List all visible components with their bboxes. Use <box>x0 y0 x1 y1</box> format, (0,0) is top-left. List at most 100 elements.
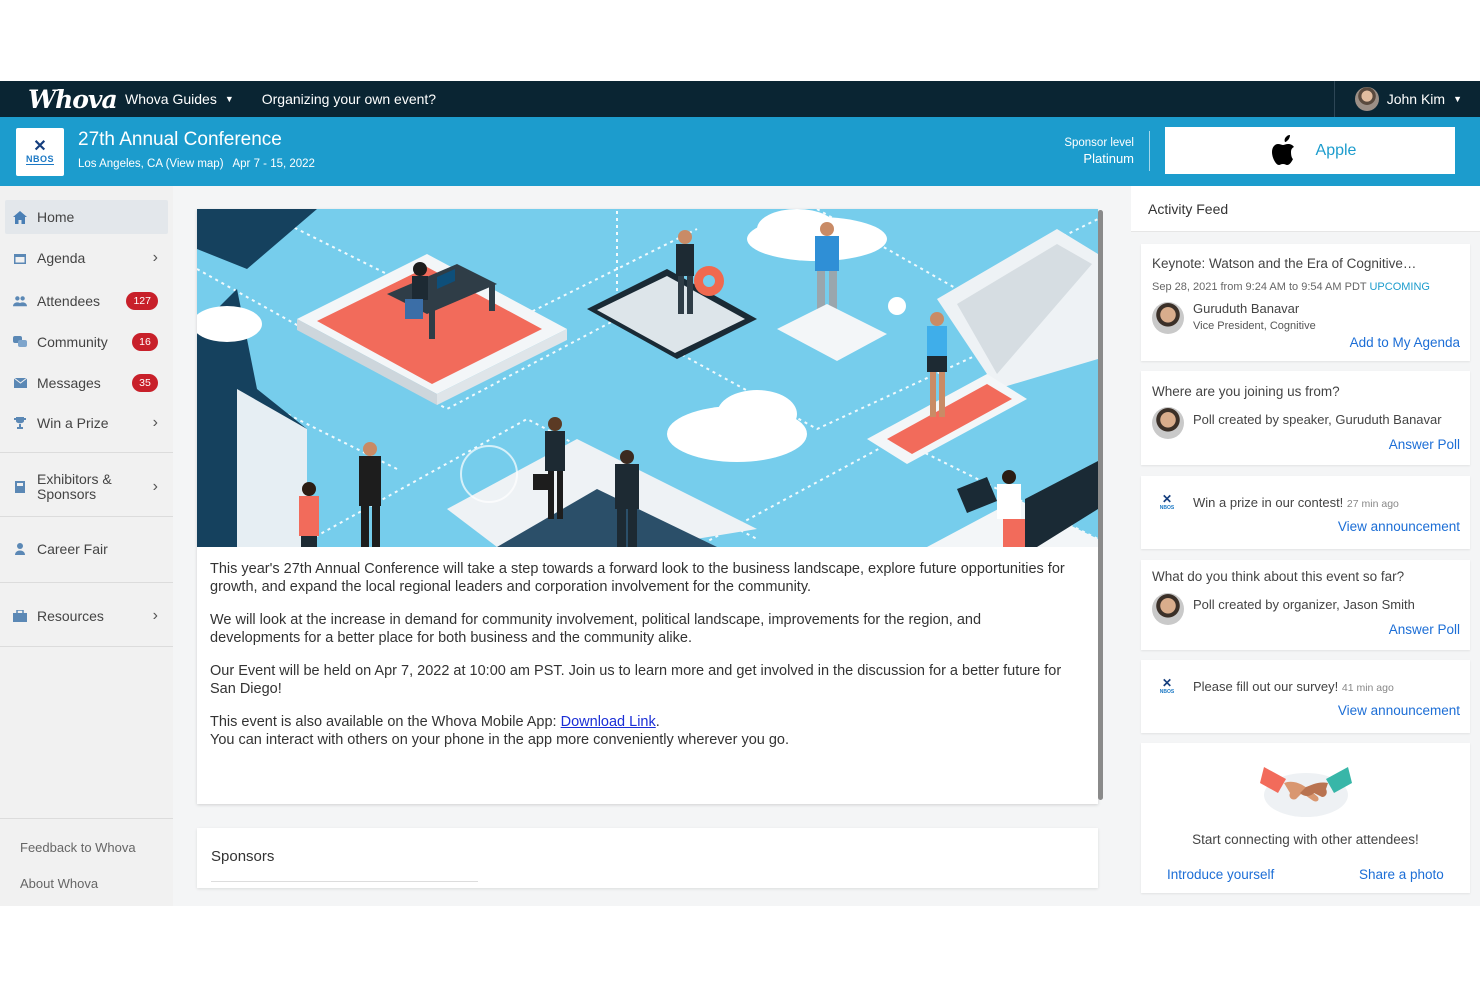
divider <box>0 582 173 583</box>
caret-down-icon: ▼ <box>1453 94 1462 104</box>
session-time: Sep 28, 2021 from 9:24 AM to 9:54 AM PDT… <box>1152 281 1430 293</box>
apple-logo-icon <box>1271 134 1294 165</box>
vertical-scrollbar[interactable] <box>1098 210 1103 800</box>
nbos-logo-icon: ✕ NBOS <box>1155 492 1179 516</box>
introduce-yourself-link[interactable]: Introduce yourself <box>1167 867 1274 882</box>
feedback-link[interactable]: Feedback to Whova <box>20 840 136 855</box>
share-photo-link[interactable]: Share a photo <box>1359 867 1444 882</box>
user-menu[interactable]: John Kim ▼ <box>1333 81 1480 117</box>
download-link[interactable]: Download Link <box>561 714 656 730</box>
poll-card[interactable]: What do you think about this event so fa… <box>1141 560 1470 650</box>
speaker-avatar <box>1152 407 1184 439</box>
activity-feed: Activity Feed Keynote: Watson and the Er… <box>1131 186 1480 906</box>
sponsors-card: Sponsors <box>197 828 1098 888</box>
event-logo-text: NBOS <box>25 153 54 165</box>
divider <box>0 452 173 453</box>
nbos-mini-text: NBOS <box>1159 505 1175 511</box>
sidebar-item-career-fair[interactable]: Career Fair <box>5 532 168 566</box>
sidebar-item-community[interactable]: Community 16 <box>5 325 168 359</box>
business-isometric-illustration <box>197 209 1098 547</box>
sidebar-item-resources[interactable]: Resources › <box>5 599 168 633</box>
answer-poll-button[interactable]: Answer Poll <box>1389 622 1460 637</box>
event-description: This year's 27th Annual Conference will … <box>210 560 1070 764</box>
description-paragraph: Our Event will be held on Apr 7, 2022 at… <box>210 663 1062 697</box>
envelope-icon <box>13 376 27 390</box>
event-logo[interactable]: ✕ NBOS <box>16 128 64 176</box>
event-header: ✕ NBOS 27th Annual Conference Los Angele… <box>0 117 1480 186</box>
divider <box>0 818 173 819</box>
view-announcement-button[interactable]: View announcement <box>1338 519 1460 534</box>
organizer-avatar <box>1152 593 1184 625</box>
people-icon <box>13 294 27 308</box>
add-to-agenda-button[interactable]: Add to My Agenda <box>1350 335 1460 350</box>
announcement-card[interactable]: ✕ NBOS Win a prize in our contest! 27 mi… <box>1141 476 1470 549</box>
session-title[interactable]: Keynote: Watson and the Era of Cognitive… <box>1152 256 1416 271</box>
divider <box>0 646 173 647</box>
activity-feed-title: Activity Feed <box>1148 201 1229 217</box>
chevron-right-icon: › <box>152 249 158 266</box>
sidebar-item-attendees[interactable]: Attendees 127 <box>5 284 168 318</box>
connect-card: Start connecting with other attendees! I… <box>1141 743 1470 893</box>
divider <box>211 881 478 882</box>
announcement-card[interactable]: ✕ NBOS Please fill out our survey! 41 mi… <box>1141 660 1470 733</box>
nbos-mark-icon: ✕ <box>1161 492 1173 506</box>
app-line-prefix: This event is also available on the Whov… <box>210 714 561 730</box>
poll-card[interactable]: Where are you joining us from? Poll crea… <box>1141 371 1470 465</box>
whova-guides-menu[interactable]: Whova Guides ▼ <box>125 91 234 107</box>
trophy-icon <box>13 416 27 430</box>
sidebar-item-label: Resources <box>37 608 104 624</box>
event-dates: Apr 7 - 15, 2022 <box>232 158 315 170</box>
announcement-text: Win a prize in our contest! 27 min ago <box>1193 495 1399 510</box>
sidebar-item-win-a-prize[interactable]: Win a Prize › <box>5 406 168 440</box>
organize-event-link[interactable]: Organizing your own event? <box>262 91 436 107</box>
session-card[interactable]: Keynote: Watson and the Era of Cognitive… <box>1141 244 1470 361</box>
sidebar-item-label: Exhibitors & Sponsors <box>37 472 112 502</box>
chat-icon <box>13 335 27 349</box>
announcement-message: Please fill out our survey! <box>1193 679 1339 694</box>
messages-count-badge: 35 <box>132 374 158 392</box>
answer-poll-button[interactable]: Answer Poll <box>1389 437 1460 452</box>
description-paragraph: This year's 27th Annual Conference will … <box>210 561 1065 595</box>
nbos-mark-icon: ✕ <box>1161 676 1173 690</box>
announcement-time: 27 min ago <box>1346 498 1399 510</box>
sidebar-item-exhibitors-sponsors[interactable]: Exhibitors & Sponsors › <box>5 466 168 508</box>
whova-guides-label: Whova Guides <box>125 91 217 107</box>
sidebar-item-label: Community <box>37 334 108 350</box>
sidebar-item-label-line1: Exhibitors & <box>37 471 112 487</box>
briefcase-icon <box>13 609 27 623</box>
event-location[interactable]: Los Angeles, CA (View map) <box>78 158 224 170</box>
view-announcement-button[interactable]: View announcement <box>1338 703 1460 718</box>
top-navigation-bar: Whova Whova Guides ▼ Organizing your own… <box>0 81 1480 117</box>
speaker-name: Guruduth Banavar <box>1193 301 1300 316</box>
poll-creator: Poll created by organizer, Jason Smith <box>1193 597 1415 612</box>
session-status: UPCOMING <box>1369 281 1430 293</box>
calendar-icon <box>13 251 27 265</box>
sponsor-level-value: Platinum <box>1083 151 1134 166</box>
announcement-message: Win a prize in our contest! <box>1193 495 1344 510</box>
sidebar-item-label: Win a Prize <box>37 415 109 431</box>
handshake-icon <box>1260 767 1352 817</box>
app-line-suffix: . <box>655 714 660 730</box>
about-link[interactable]: About Whova <box>20 876 98 891</box>
activity-feed-header: Activity Feed <box>1131 186 1480 232</box>
speaker-title: Vice President, Cognitive <box>1193 320 1316 332</box>
divider <box>0 516 173 517</box>
main-content: This year's 27th Annual Conference will … <box>173 186 1131 906</box>
person-icon <box>13 542 27 556</box>
event-title: 27th Annual Conference <box>78 129 282 150</box>
sponsor-level-label: Sponsor level <box>1064 137 1134 149</box>
poll-creator: Poll created by speaker, Guruduth Banava… <box>1193 412 1442 427</box>
sidebar-item-home[interactable]: Home <box>5 200 168 234</box>
nbos-mini-text: NBOS <box>1159 689 1175 695</box>
hero-illustration <box>197 209 1098 547</box>
booth-icon <box>13 480 27 494</box>
divider <box>1149 131 1150 171</box>
event-description-card: This year's 27th Annual Conference will … <box>197 209 1098 804</box>
event-subtitle: Los Angeles, CA (View map) Apr 7 - 15, 2… <box>78 158 315 170</box>
sponsors-title: Sponsors <box>211 848 275 865</box>
sponsor-level: Sponsor level Platinum <box>1064 136 1134 166</box>
sponsor-banner[interactable]: Apple <box>1165 127 1455 174</box>
sidebar-item-agenda[interactable]: Agenda › <box>5 241 168 275</box>
whova-logo[interactable]: Whova <box>28 85 118 114</box>
sidebar-item-messages[interactable]: Messages 35 <box>5 366 168 400</box>
